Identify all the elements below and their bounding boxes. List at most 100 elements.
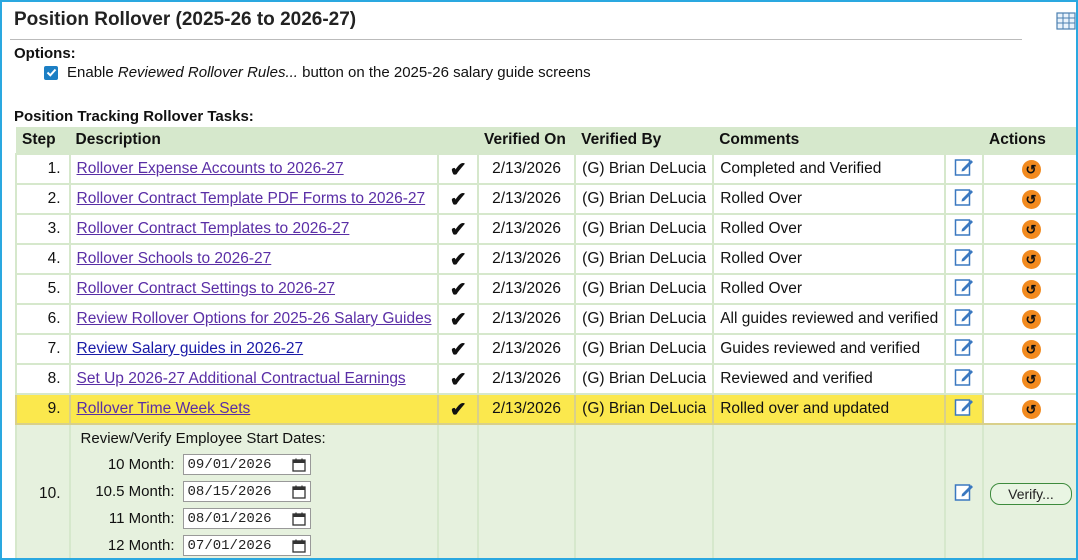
step-number: 6.: [15, 303, 71, 335]
verified-by: (G) Brian DeLucia: [574, 213, 715, 245]
verify-button[interactable]: Verify...: [990, 483, 1072, 505]
edit-icon[interactable]: [954, 337, 974, 357]
actions-cell: ↺: [982, 303, 1076, 335]
verified-on: 2/13/2026: [476, 333, 577, 365]
start-date-label: 11 Month:: [108, 510, 175, 527]
description-cell: Rollover Contract Templates to 2026-27: [68, 213, 440, 245]
col-comments: Comments: [713, 127, 946, 154]
calendar-icon[interactable]: [291, 485, 306, 499]
start-date-input[interactable]: 07/01/2026: [182, 535, 311, 556]
edit-cell: [944, 183, 984, 215]
comments: Rolled Over: [712, 273, 947, 305]
undo-icon[interactable]: ↺: [1021, 309, 1041, 329]
task-link[interactable]: Rollover Contract Templates to 2026-27: [77, 220, 350, 237]
undo-icon[interactable]: ↺: [1021, 249, 1041, 269]
description-cell: Rollover Expense Accounts to 2026-27: [68, 153, 440, 185]
start-date-input[interactable]: 09/01/2026: [182, 454, 311, 475]
calendar-icon[interactable]: [291, 512, 306, 526]
enable-reviewed-rules-checkbox[interactable]: [44, 65, 58, 80]
table-row: 3. Rollover Contract Templates to 2026-2…: [15, 213, 1076, 245]
actions-cell: Verify...: [982, 423, 1076, 558]
table-row: 8. Set Up 2026-27 Additional Contractual…: [15, 363, 1076, 395]
task-link[interactable]: Rollover Contract Template PDF Forms to …: [77, 190, 426, 207]
actions-cell: ↺: [982, 333, 1076, 365]
start-date-value: 08/01/2026: [187, 510, 272, 527]
edit-cell: [944, 273, 984, 305]
edit-icon[interactable]: [954, 277, 974, 297]
edit-cell: [944, 423, 984, 558]
description-cell: Review Salary guides in 2026-27: [68, 333, 440, 365]
col-verified-by: Verified By: [575, 127, 714, 154]
table-row: 9. Rollover Time Week Sets ✔ 2/13/2026 (…: [15, 393, 1076, 425]
edit-icon[interactable]: [954, 482, 974, 502]
actions-cell: ↺: [982, 243, 1076, 275]
check-icon: ✔: [437, 153, 479, 185]
description-cell: Rollover Contract Template PDF Forms to …: [68, 183, 440, 215]
edit-icon[interactable]: [954, 397, 974, 417]
edit-cell: [944, 333, 984, 365]
start-date-label: 10 Month:: [107, 456, 175, 473]
comments: Rolled Over: [712, 183, 947, 215]
start-date-row: 10 Month: 09/01/2026: [77, 451, 432, 478]
start-date-input[interactable]: 08/15/2026: [182, 481, 311, 502]
tasks-label: Position Tracking Rollover Tasks:: [14, 108, 254, 125]
task-link[interactable]: Rollover Time Week Sets: [77, 400, 251, 417]
verified-on: 2/13/2026: [476, 213, 577, 245]
verified-by: (G) Brian DeLucia: [574, 273, 715, 305]
check-icon: ✔: [437, 243, 479, 275]
task-link[interactable]: Set Up 2026-27 Additional Contractual Ea…: [77, 370, 406, 387]
option-text-prefix: Enable: [67, 64, 118, 81]
edit-icon[interactable]: [954, 307, 974, 327]
undo-icon[interactable]: ↺: [1021, 159, 1041, 179]
page-title: Position Rollover (2025-26 to 2026-27): [14, 9, 357, 30]
step-number: 5.: [15, 273, 71, 305]
edit-icon[interactable]: [954, 247, 974, 267]
task-link[interactable]: Rollover Schools to 2026-27: [77, 250, 272, 267]
calendar-icon[interactable]: [291, 458, 306, 472]
edit-icon[interactable]: [954, 187, 974, 207]
actions-cell: ↺: [982, 183, 1076, 215]
start-date-label: 12 Month:: [107, 537, 175, 554]
undo-icon[interactable]: ↺: [1021, 399, 1041, 419]
check-icon: ✔: [437, 303, 479, 335]
check-icon: ✔: [437, 393, 479, 425]
edit-icon[interactable]: [954, 217, 974, 237]
calendar-icon[interactable]: [291, 539, 306, 553]
option-text-italic: Reviewed Rollover Rules...: [117, 64, 298, 81]
task-link[interactable]: Review Rollover Options for 2025-26 Sala…: [77, 310, 432, 327]
window-frame: Position Rollover (2025-26 to 2026-27) O…: [0, 0, 1078, 560]
task-link[interactable]: Rollover Contract Settings to 2026-27: [77, 280, 335, 297]
comments: Rolled Over: [712, 213, 947, 245]
undo-icon[interactable]: ↺: [1021, 219, 1041, 239]
start-date-input[interactable]: 08/01/2026: [182, 508, 311, 529]
grid-icon[interactable]: [1056, 12, 1076, 30]
undo-icon[interactable]: ↺: [1021, 369, 1041, 389]
verified-by: (G) Brian DeLucia: [574, 363, 715, 395]
check-icon: ✔: [437, 183, 479, 215]
options-label: Options:: [14, 45, 76, 62]
col-step: Step: [16, 127, 70, 154]
table-row: 4. Rollover Schools to 2026-27 ✔ 2/13/20…: [15, 243, 1076, 275]
step-number: 8.: [15, 363, 71, 395]
undo-icon[interactable]: ↺: [1021, 279, 1041, 299]
task-link[interactable]: Rollover Expense Accounts to 2026-27: [77, 160, 344, 177]
step-number: 1.: [15, 153, 71, 185]
verified-on: 2/13/2026: [476, 303, 577, 335]
table-header-row: Step Description Verified On Verified By…: [16, 127, 1076, 154]
edit-icon[interactable]: [954, 367, 974, 387]
check-icon: ✔: [437, 213, 479, 245]
edit-icon[interactable]: [954, 157, 974, 177]
undo-icon[interactable]: ↺: [1021, 189, 1041, 209]
col-description: Description: [69, 127, 439, 154]
verified-on-empty: [476, 423, 577, 558]
start-dates-title: Review/Verify Employee Start Dates:: [80, 430, 326, 447]
undo-icon[interactable]: ↺: [1021, 339, 1041, 359]
col-edit: [945, 127, 983, 154]
start-date-value: 09/01/2026: [187, 456, 272, 473]
rollover-tasks-table: Step Description Verified On Verified By…: [15, 127, 1076, 558]
comments: Rolled over and updated: [712, 393, 947, 425]
option-enable-reviewed-rules: Enable Reviewed Rollover Rules... button…: [44, 64, 591, 81]
title-divider: [10, 39, 1022, 40]
task-link[interactable]: Review Salary guides in 2026-27: [77, 340, 304, 357]
table-row: 2. Rollover Contract Template PDF Forms …: [15, 183, 1076, 215]
